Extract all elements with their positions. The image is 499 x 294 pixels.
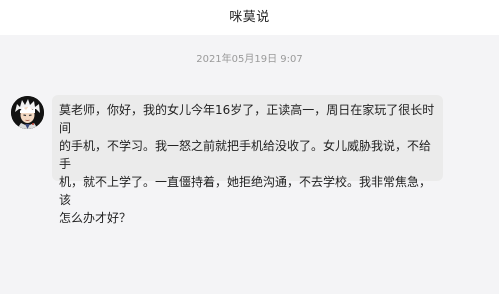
avatar-image xyxy=(11,96,44,129)
message-timestamp: 2021年05月19日 9:07 xyxy=(196,54,303,65)
chat-title: 咪莫说 xyxy=(229,10,270,25)
chat-header: 咪莫说 xyxy=(0,0,499,35)
cartoon-avatar-icon[interactable] xyxy=(11,96,44,129)
chat-area[interactable]: 2021年05月19日 9:07 莫老师，你好，我的女儿今年16岁了，正读高一，… xyxy=(0,35,499,294)
message-text: 莫老师，你好，我的女儿今年16岁了，正读高一，周日在家玩了很长时间 的手机，不学… xyxy=(59,103,435,225)
message-bubble[interactable]: 莫老师，你好，我的女儿今年16岁了，正读高一，周日在家玩了很长时间 的手机，不学… xyxy=(52,95,443,225)
